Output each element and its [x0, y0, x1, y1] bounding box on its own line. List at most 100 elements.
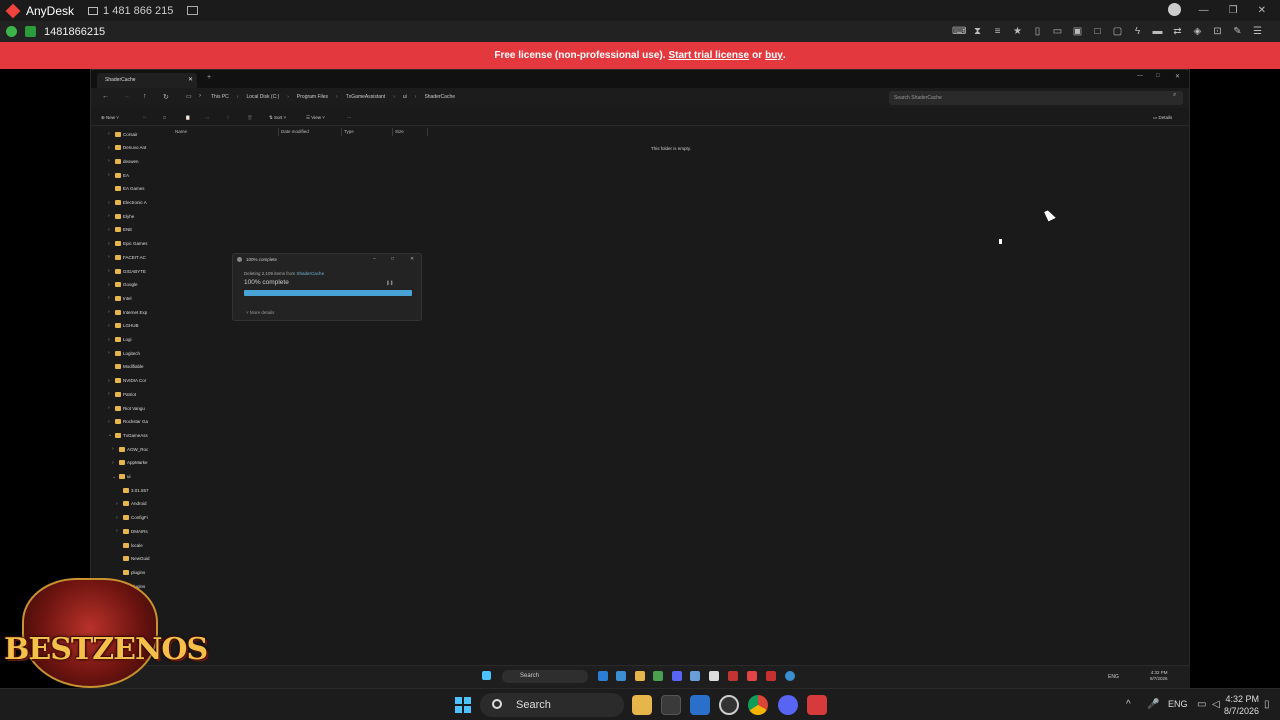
remote-app-blue-icon[interactable]	[785, 671, 795, 681]
switch-icon[interactable]: ⇄	[1172, 26, 1183, 37]
breadcrumb-item[interactable]: Local Disk (C:)	[246, 94, 279, 100]
tree-item[interactable]: › ENE	[108, 225, 132, 235]
buy-link[interactable]: buy	[765, 50, 783, 61]
chevron-right-icon[interactable]: ›	[393, 94, 395, 100]
chevron-icon[interactable]: ›	[108, 337, 113, 343]
store-icon[interactable]	[661, 695, 681, 715]
tree-item[interactable]: ⌄ TxGameAss	[108, 430, 148, 440]
chevron-icon[interactable]: ›	[108, 241, 113, 247]
anydesk-taskbar-icon[interactable]	[807, 695, 827, 715]
chevron-icon[interactable]: ›	[108, 309, 113, 315]
chevron-icon[interactable]: ›	[108, 391, 113, 397]
windows-start-icon[interactable]	[455, 697, 471, 713]
shield-icon[interactable]: ◈	[1192, 26, 1203, 37]
screen-icon[interactable]: □	[1092, 26, 1103, 37]
book-icon[interactable]: ▭	[1052, 26, 1063, 37]
tree-item[interactable]: › EA	[108, 170, 129, 180]
breadcrumb-item[interactable]: TxGameAssistant	[346, 94, 385, 100]
paste-icon[interactable]: 📋	[185, 115, 191, 121]
remote-discord-icon[interactable]	[672, 671, 682, 681]
search-input[interactable]: Search ShaderCache	[889, 91, 1183, 105]
remote-store-icon[interactable]	[709, 671, 719, 681]
tab-shadercache[interactable]: ShaderCache ✕	[97, 73, 197, 88]
chevron-icon[interactable]: ›	[108, 323, 113, 329]
tree-item[interactable]: › LGHUB	[108, 321, 139, 331]
chevron-icon[interactable]: ›	[108, 131, 113, 137]
chrome-icon[interactable]	[748, 695, 768, 715]
delete-icon[interactable]: 🗑	[247, 115, 253, 121]
chevron-icon[interactable]: ›	[112, 460, 117, 466]
chevron-icon[interactable]: ›	[112, 446, 117, 452]
chevron-icon[interactable]: ›	[116, 528, 121, 534]
details-button[interactable]: ▭ Details	[1153, 115, 1172, 121]
session-tab[interactable]: 1 481 866 215	[103, 5, 173, 17]
language-indicator[interactable]: ENG	[1168, 699, 1188, 709]
remote-clock[interactable]: 4:32 PM 8/7/2026	[1150, 670, 1168, 682]
new-tab-icon[interactable]	[187, 6, 199, 15]
explorer-minimize-button[interactable]: —	[1137, 73, 1143, 79]
tree-item[interactable]: › AppMarke	[112, 458, 148, 468]
remote-app-red-icon[interactable]	[747, 671, 757, 681]
display-icon[interactable]: ▣	[1072, 26, 1083, 37]
chevron-icon[interactable]: ›	[108, 145, 113, 151]
network-icon[interactable]: ▭	[1197, 699, 1206, 710]
remote-steam-icon[interactable]	[690, 671, 700, 681]
taskbar-search-box[interactable]: Search	[480, 693, 624, 717]
forward-arrow-icon[interactable]: →	[123, 93, 130, 100]
tree-item[interactable]: EA Games	[108, 184, 145, 194]
copy-icon[interactable]: ⧉	[163, 115, 166, 120]
notifications-icon[interactable]: ▯	[1264, 699, 1270, 710]
chevron-icon[interactable]: ⌄	[112, 474, 117, 480]
chevron-right-icon[interactable]: ›	[336, 94, 338, 100]
chevron-icon[interactable]: ›	[108, 405, 113, 411]
tree-item[interactable]: › Epic Games	[108, 239, 148, 249]
tree-item[interactable]: › DMAIRs	[116, 526, 148, 536]
start-trial-link[interactable]: Start trial license	[669, 50, 750, 61]
more-details-toggle[interactable]: ˅ More details	[246, 310, 274, 315]
tree-item[interactable]: › GIGABYTE	[108, 266, 146, 276]
refresh-icon[interactable]: ↻	[163, 93, 169, 101]
sort-button[interactable]: ⇅ Sort ˅	[269, 115, 286, 121]
tree-item[interactable]: › AOW_Roc	[112, 444, 148, 454]
explorer-close-button[interactable]: ✕	[1175, 73, 1180, 80]
chevron-icon[interactable]: ›	[116, 515, 121, 521]
dialog-minimize-button[interactable]: –	[373, 256, 376, 262]
breadcrumb-item[interactable]: ShaderCache	[424, 94, 455, 100]
tree-item[interactable]: NewGuid	[116, 554, 150, 564]
dialog-maximize-button[interactable]: □	[391, 256, 394, 262]
chevron-icon[interactable]: ›	[108, 419, 113, 425]
column-header-name[interactable]: Name	[175, 129, 187, 134]
close-tab-icon[interactable]: ✕	[188, 76, 193, 83]
remote-search-box[interactable]: Search	[502, 670, 588, 683]
column-divider[interactable]	[341, 128, 342, 136]
system-clock[interactable]: 4:32 PM 8/7/2026	[1224, 693, 1259, 717]
chevron-icon[interactable]: ›	[108, 295, 113, 301]
discord-icon[interactable]	[778, 695, 798, 715]
keyboard-layout-icon[interactable]: ▬	[1152, 26, 1163, 37]
column-divider[interactable]	[427, 128, 428, 136]
progress-folder-link[interactable]: ShaderCache	[297, 271, 325, 276]
remote-language[interactable]: ENG	[1108, 674, 1119, 680]
star-icon[interactable]: ★	[1012, 26, 1023, 37]
breadcrumb-item[interactable]: Program Files	[297, 94, 328, 100]
chevron-right-icon[interactable]: ›	[237, 94, 239, 100]
column-divider[interactable]	[392, 128, 393, 136]
column-header-date[interactable]: Date modified	[281, 129, 309, 134]
breadcrumb-item[interactable]: This PC	[211, 94, 229, 100]
lightning-icon[interactable]: ϟ	[1132, 26, 1143, 37]
chevron-icon[interactable]: ›	[108, 227, 113, 233]
chevron-icon[interactable]: ›	[108, 158, 113, 164]
chevron-icon[interactable]: ›	[108, 200, 113, 206]
chevron-right-icon[interactable]: ›	[287, 94, 289, 100]
tree-item[interactable]: › dexwen	[108, 156, 139, 166]
tree-item[interactable]: › Electronic A	[108, 198, 147, 208]
remote-chrome-icon[interactable]	[653, 671, 663, 681]
tree-item[interactable]: › Google	[108, 280, 138, 290]
chevron-icon[interactable]: ›	[108, 268, 113, 274]
remote-app-icon[interactable]	[616, 671, 626, 681]
share-icon[interactable]: ⇪	[226, 115, 230, 121]
tree-item[interactable]: Modifiable	[108, 362, 144, 372]
chevron-icon[interactable]: ›	[108, 254, 113, 260]
tree-item[interactable]: › Riot Vangu	[108, 403, 145, 413]
pen-icon[interactable]: ✎	[1232, 26, 1243, 37]
